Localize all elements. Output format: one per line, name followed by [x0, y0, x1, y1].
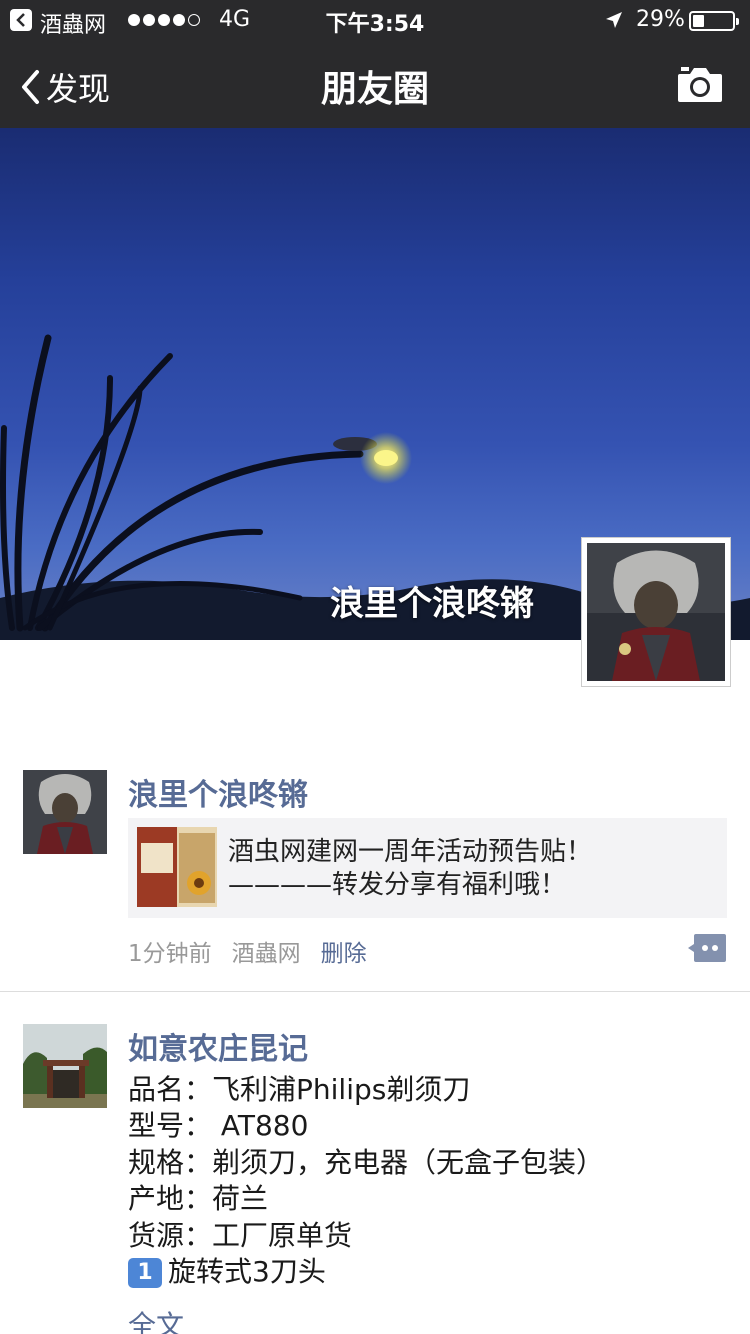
camera-icon[interactable] — [676, 64, 724, 104]
battery-percentage: 29% — [636, 7, 685, 32]
navigation-bar: 发现 朋友圈 — [0, 40, 750, 128]
post-author-name[interactable]: 如意农庄昆记 — [128, 1024, 308, 1068]
post-time: 1分钟前 — [128, 941, 212, 967]
owner-avatar[interactable] — [581, 537, 731, 687]
cover-owner-name: 浪里个浪咚锵 — [330, 584, 534, 624]
shared-link-thumbnail — [137, 827, 217, 907]
comment-icon[interactable] — [688, 934, 726, 962]
moment-post: 浪里个浪咚锵 酒虫网建网一周年活动预告贴！ ————转发分享有福利哦！ 1分钟前… — [0, 768, 750, 992]
post-text-line: 品名：飞利浦Philips剃须刀 — [128, 1073, 471, 1106]
post-meta: 1分钟前 酒蟲网 删除 — [128, 934, 367, 968]
post-avatar[interactable] — [23, 770, 107, 854]
post-avatar[interactable] — [23, 1024, 107, 1108]
location-arrow-icon — [604, 10, 624, 36]
post-text-line: 型号： AT880 — [128, 1109, 309, 1143]
post-author-name[interactable]: 浪里个浪咚锵 — [128, 770, 308, 814]
post-text-line: 1 旋转式3刀头 — [128, 1254, 604, 1290]
delete-link[interactable]: 删除 — [321, 934, 367, 968]
battery-icon — [689, 11, 739, 31]
post-text-line: 规格：剃须刀，充电器（无盒子包装） — [128, 1145, 605, 1179]
post-text-line: 产地：荷兰 — [128, 1182, 269, 1216]
shared-link-card[interactable]: 酒虫网建网一周年活动预告贴！ ————转发分享有福利哦！ — [128, 818, 727, 918]
status-bar: 酒蟲网 4G 下午3:54 29% — [0, 0, 750, 40]
shared-link-title: 酒虫网建网一周年活动预告贴！ ————转发分享有福利哦！ — [228, 837, 593, 900]
full-text-link[interactable]: 全文 — [128, 1304, 184, 1334]
post-source: 酒蟲网 — [231, 941, 301, 967]
post-text: 品名：飞利浦Philips剃须刀 型号： AT880 规格：剃须刀，充电器（无盒… — [128, 1072, 604, 1290]
page-title: 朋友圈 — [320, 69, 429, 110]
post-text-line: 货源：工厂原单货 — [128, 1218, 353, 1252]
number-one-icon: 1 — [128, 1258, 162, 1289]
